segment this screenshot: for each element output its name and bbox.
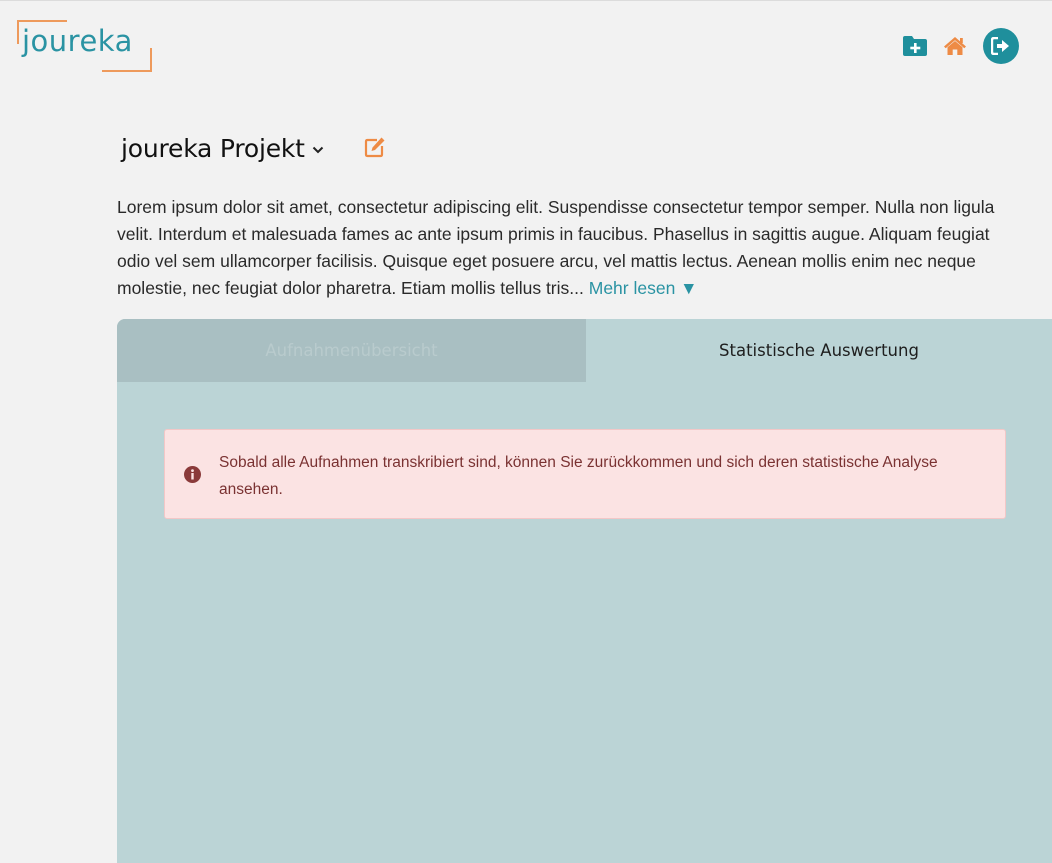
chevron-down-icon bbox=[312, 146, 324, 154]
project-selector[interactable]: joureka Projekt bbox=[121, 130, 324, 166]
top-border bbox=[0, 0, 1052, 1]
folder-plus-icon bbox=[903, 36, 927, 56]
tab-bar: Aufnahmenübersicht Statistische Auswertu… bbox=[117, 319, 1052, 382]
edit-project-button[interactable] bbox=[364, 136, 386, 158]
logout-button[interactable] bbox=[983, 28, 1019, 64]
new-folder-button[interactable] bbox=[901, 34, 929, 58]
tab-statistics[interactable]: Statistische Auswertung bbox=[586, 319, 1052, 382]
info-alert: Sobald alle Aufnahmen transkribiert sind… bbox=[164, 429, 1006, 519]
description-text: Lorem ipsum dolor sit amet, consectetur … bbox=[117, 197, 995, 298]
edit-icon bbox=[364, 137, 385, 158]
alert-message: Sobald alle Aufnahmen transkribiert sind… bbox=[219, 454, 938, 498]
home-icon bbox=[944, 37, 966, 55]
home-button[interactable] bbox=[942, 34, 968, 58]
logout-icon bbox=[991, 37, 1009, 55]
info-circle-icon bbox=[184, 466, 201, 483]
project-description: Lorem ipsum dolor sit amet, consectetur … bbox=[117, 194, 1017, 302]
logo[interactable]: joureka bbox=[17, 20, 152, 72]
project-title: joureka Projekt bbox=[121, 133, 305, 163]
read-more-link[interactable]: Mehr lesen ▼ bbox=[589, 278, 698, 298]
logo-text: joureka bbox=[22, 24, 133, 58]
tab-recordings-overview[interactable]: Aufnahmenübersicht bbox=[117, 319, 586, 382]
tab-panel: Aufnahmenübersicht Statistische Auswertu… bbox=[117, 319, 1052, 863]
